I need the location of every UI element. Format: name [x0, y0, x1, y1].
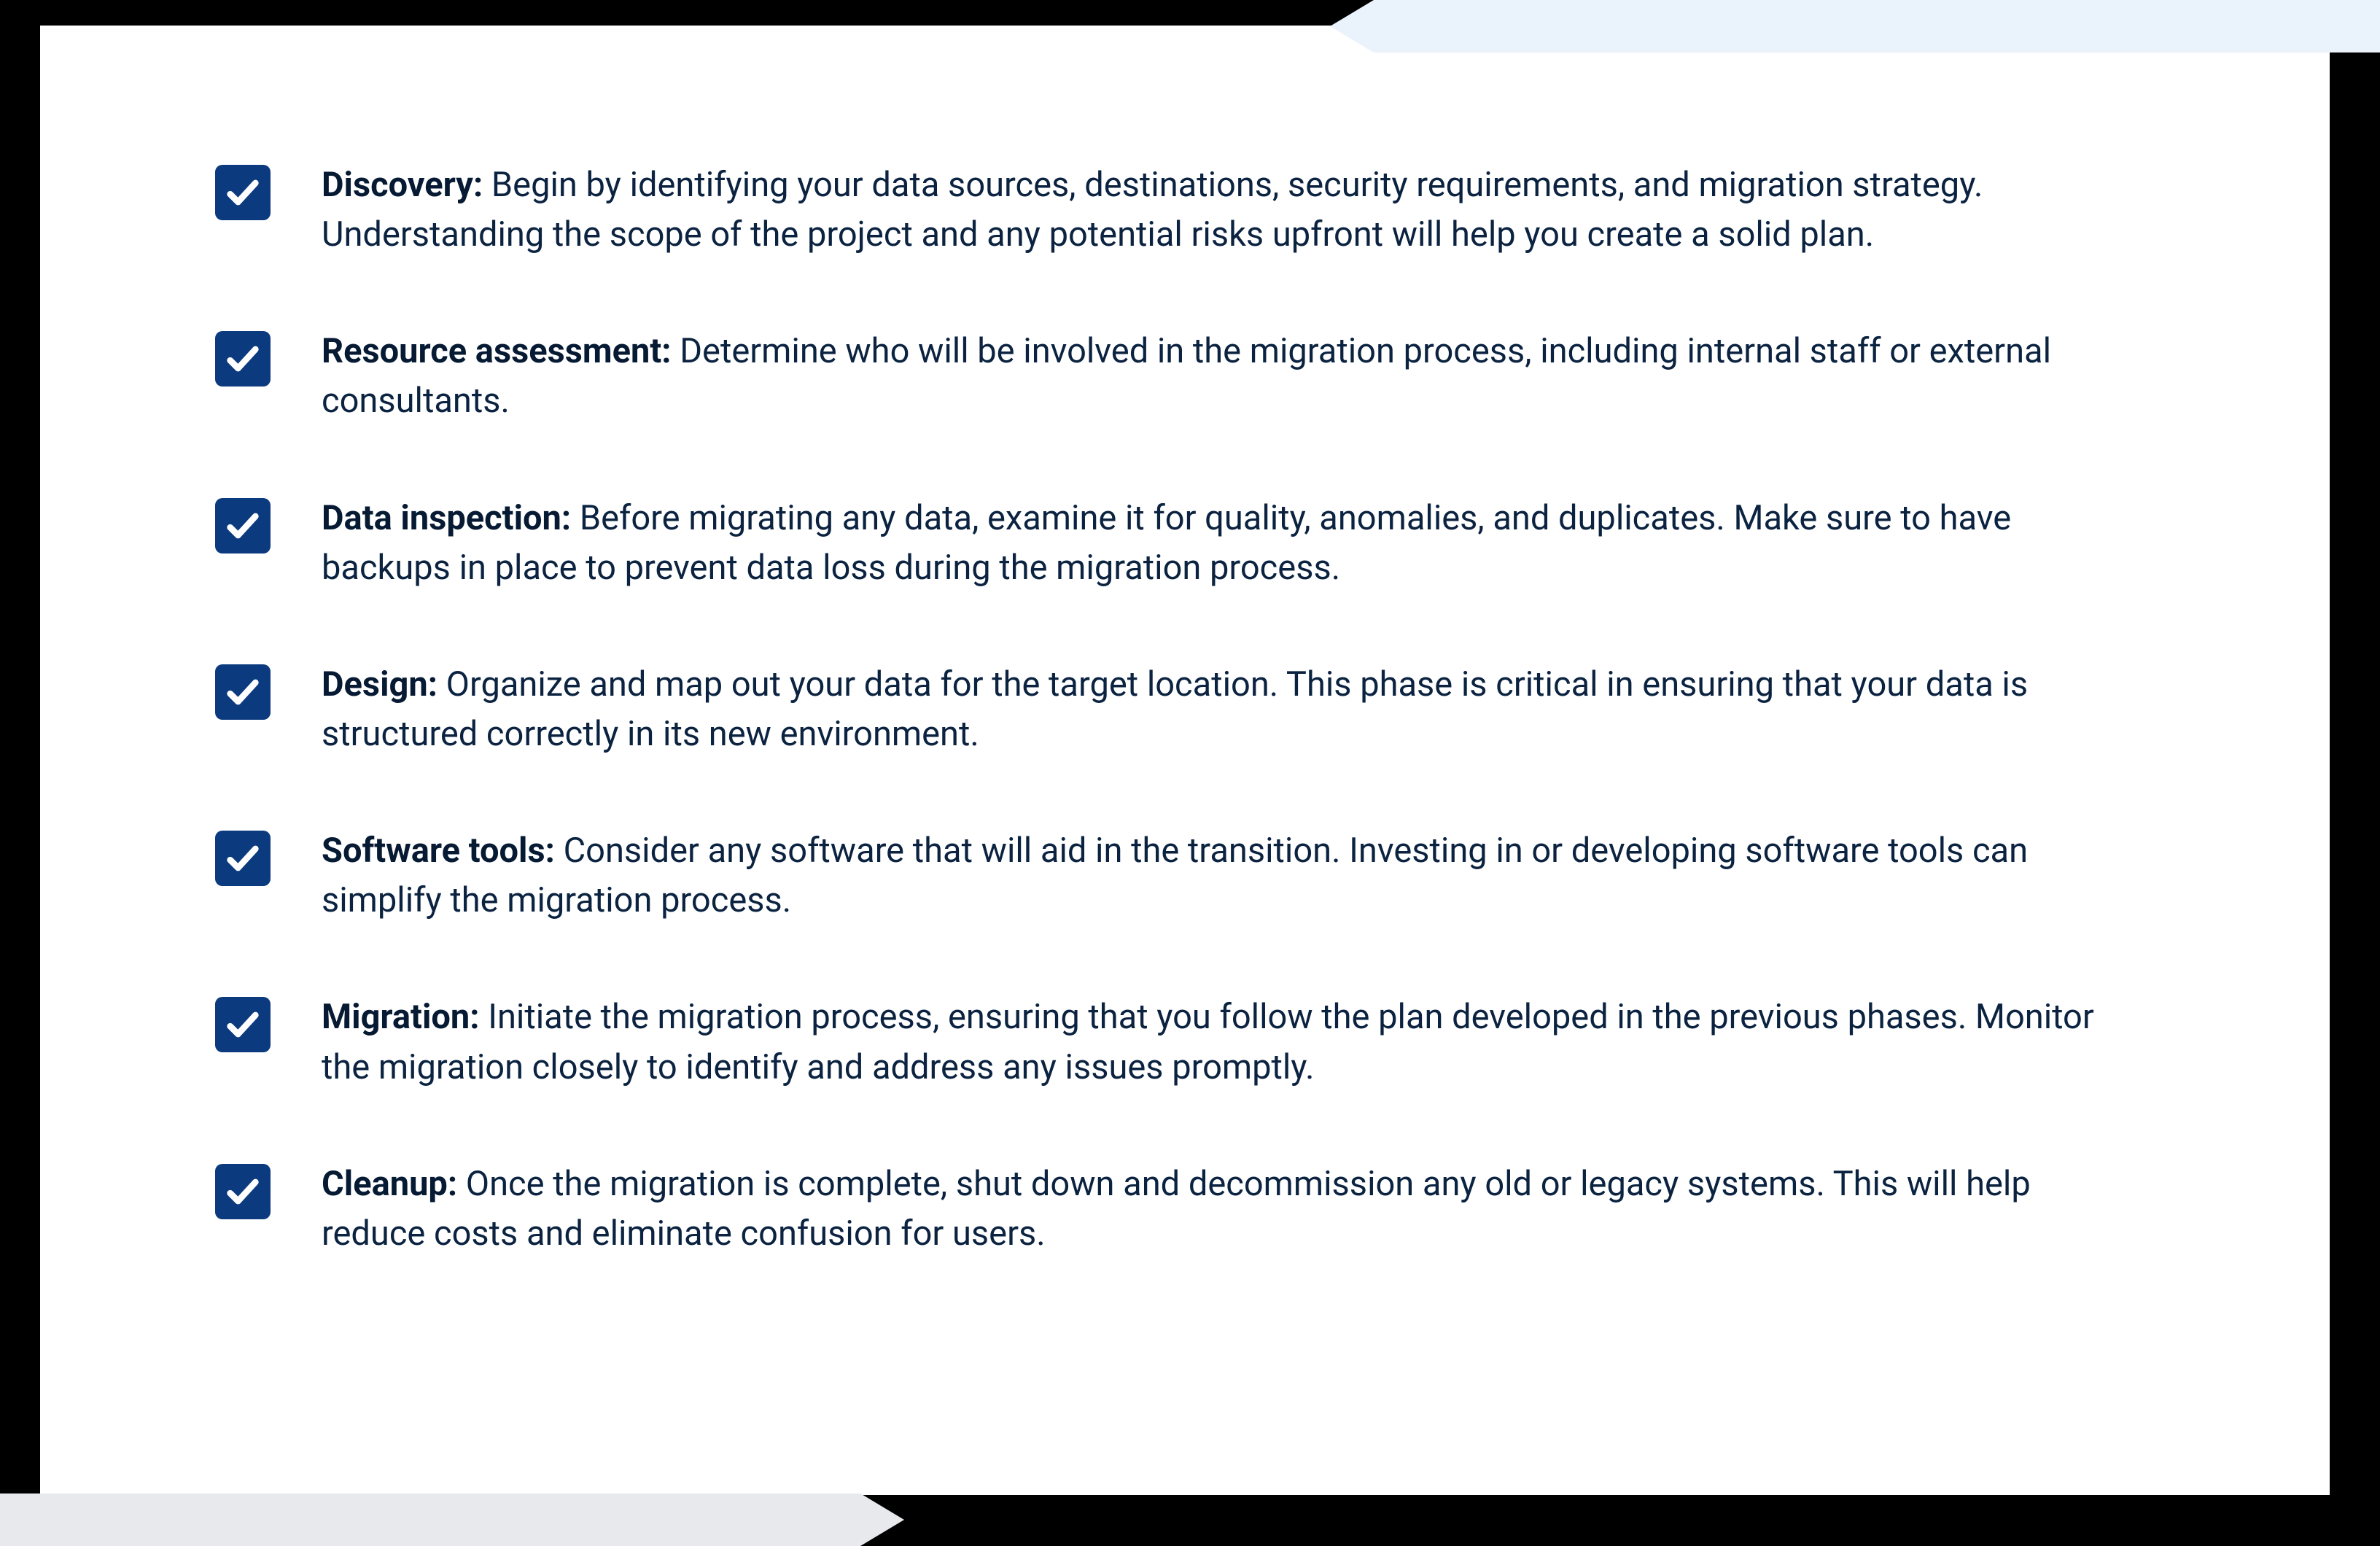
checkbox-checked-icon	[215, 165, 271, 220]
arrow-shaft	[1374, 0, 2380, 53]
arrow-shaft	[0, 1493, 860, 1546]
list-item-body: Organize and map out your data for the t…	[322, 664, 2028, 754]
list-item-title: Data inspection:	[322, 498, 580, 538]
list-item-title: Migration:	[322, 997, 488, 1037]
list-item-text: Design: Organize and map out your data f…	[322, 660, 2096, 759]
list-item-title: Discovery:	[322, 165, 491, 205]
list-item-body: Begin by identifying your data sources, …	[322, 165, 1983, 255]
list-item-text: Discovery: Begin by identifying your dat…	[322, 160, 2096, 260]
list-item-body: Consider any software that will aid in t…	[322, 831, 2028, 920]
list-item: Discovery: Begin by identifying your dat…	[215, 160, 2096, 260]
arrow-left-head-icon	[1330, 0, 1374, 53]
list-item-text: Cleanup: Once the migration is complete,…	[322, 1160, 2096, 1259]
list-item-body: Once the migration is complete, shut dow…	[322, 1164, 2031, 1254]
list-item: Cleanup: Once the migration is complete,…	[215, 1160, 2096, 1259]
list-item-text: Migration: Initiate the migration proces…	[322, 993, 2096, 1092]
checkbox-checked-icon	[215, 331, 271, 386]
list-item-title: Cleanup:	[322, 1164, 466, 1204]
list-item-body: Initiate the migration process, ensuring…	[322, 997, 2094, 1087]
checkbox-checked-icon	[215, 498, 271, 553]
list-item: Resource assessment: Determine who will …	[215, 327, 2096, 426]
list-item-text: Resource assessment: Determine who will …	[322, 327, 2096, 426]
checkbox-checked-icon	[215, 997, 271, 1052]
checkbox-checked-icon	[215, 1164, 271, 1219]
arrow-right-head-icon	[860, 1493, 904, 1546]
list-item-title: Resource assessment:	[322, 331, 680, 371]
checkbox-checked-icon	[215, 664, 271, 720]
list-item-title: Software tools:	[322, 831, 564, 871]
checklist: Discovery: Begin by identifying your dat…	[215, 160, 2096, 1259]
checkbox-checked-icon	[215, 831, 271, 886]
list-item: Design: Organize and map out your data f…	[215, 660, 2096, 759]
list-item-title: Design:	[322, 664, 446, 704]
list-item-text: Software tools: Consider any software th…	[322, 826, 2096, 925]
stage: Discovery: Begin by identifying your dat…	[0, 0, 2380, 1546]
list-item: Data inspection: Before migrating any da…	[215, 494, 2096, 593]
bottom-arrow-decoration	[0, 1493, 904, 1546]
list-item-text: Data inspection: Before migrating any da…	[322, 494, 2096, 593]
list-item: Migration: Initiate the migration proces…	[215, 993, 2096, 1092]
list-item: Software tools: Consider any software th…	[215, 826, 2096, 925]
top-arrow-decoration	[1330, 0, 2380, 53]
